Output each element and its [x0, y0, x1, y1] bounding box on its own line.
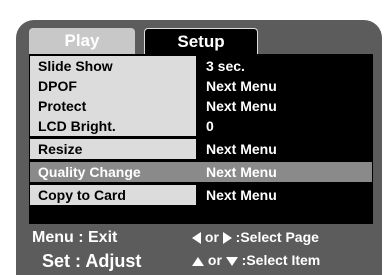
menu-row-label: Copy to Card [30, 185, 196, 205]
menu-row-copy-to-card[interactable]: Copy to Card Next Menu [30, 185, 372, 205]
menu-row-label: LCD Bright. [30, 116, 196, 136]
menu-row-lcd-bright[interactable]: LCD Bright. 0 [30, 116, 372, 136]
menu-row-value: Next Menu [196, 76, 372, 96]
menu-row-protect[interactable]: Protect Next Menu [30, 96, 372, 116]
menu-row-resize[interactable]: Resize Next Menu [30, 139, 372, 159]
tab-setup[interactable]: Setup [144, 28, 258, 54]
select-page-text: :Select Page [231, 229, 319, 245]
left-arrow-icon [192, 232, 201, 245]
menu-row-value: 3 sec. [196, 56, 372, 76]
menu-list: Slide Show 3 sec. DPOF Next Menu Protect… [29, 54, 373, 224]
menu-row-label: DPOF [30, 76, 196, 96]
down-arrow-icon [225, 256, 238, 266]
or-text: or [204, 252, 226, 268]
select-item-hint: or :Select Item [192, 252, 320, 268]
right-arrow-icon [222, 232, 232, 245]
tab-play[interactable]: Play [29, 28, 135, 54]
set-adjust-hint: Set : Adjust [42, 251, 142, 271]
menu-row-value: Next Menu [196, 139, 372, 159]
menu-row-label: Slide Show [30, 56, 196, 76]
menu-exit-hint: Menu : Exit [32, 229, 118, 246]
select-item-text: :Select Item [237, 252, 321, 268]
menu-row-value: Next Menu [196, 96, 372, 116]
menu-row-slide-show[interactable]: Slide Show 3 sec. [30, 56, 372, 76]
menu-row-label: Protect [30, 96, 196, 116]
up-arrow-icon [192, 256, 204, 266]
camera-menu-screen: Play Setup Slide Show 3 sec. DPOF Next M… [16, 20, 382, 275]
menu-row-value: Next Menu [196, 185, 372, 205]
menu-row-label: Resize [30, 139, 196, 159]
menu-row-quality-change[interactable]: Quality Change Next Menu [30, 162, 372, 182]
select-page-hint: or :Select Page [192, 229, 319, 245]
menu-row-value: Next Menu [196, 162, 372, 182]
menu-row-dpof[interactable]: DPOF Next Menu [30, 76, 372, 96]
menu-row-value: 0 [196, 116, 372, 136]
menu-row-label: Quality Change [30, 162, 196, 182]
or-text: or [201, 229, 223, 245]
